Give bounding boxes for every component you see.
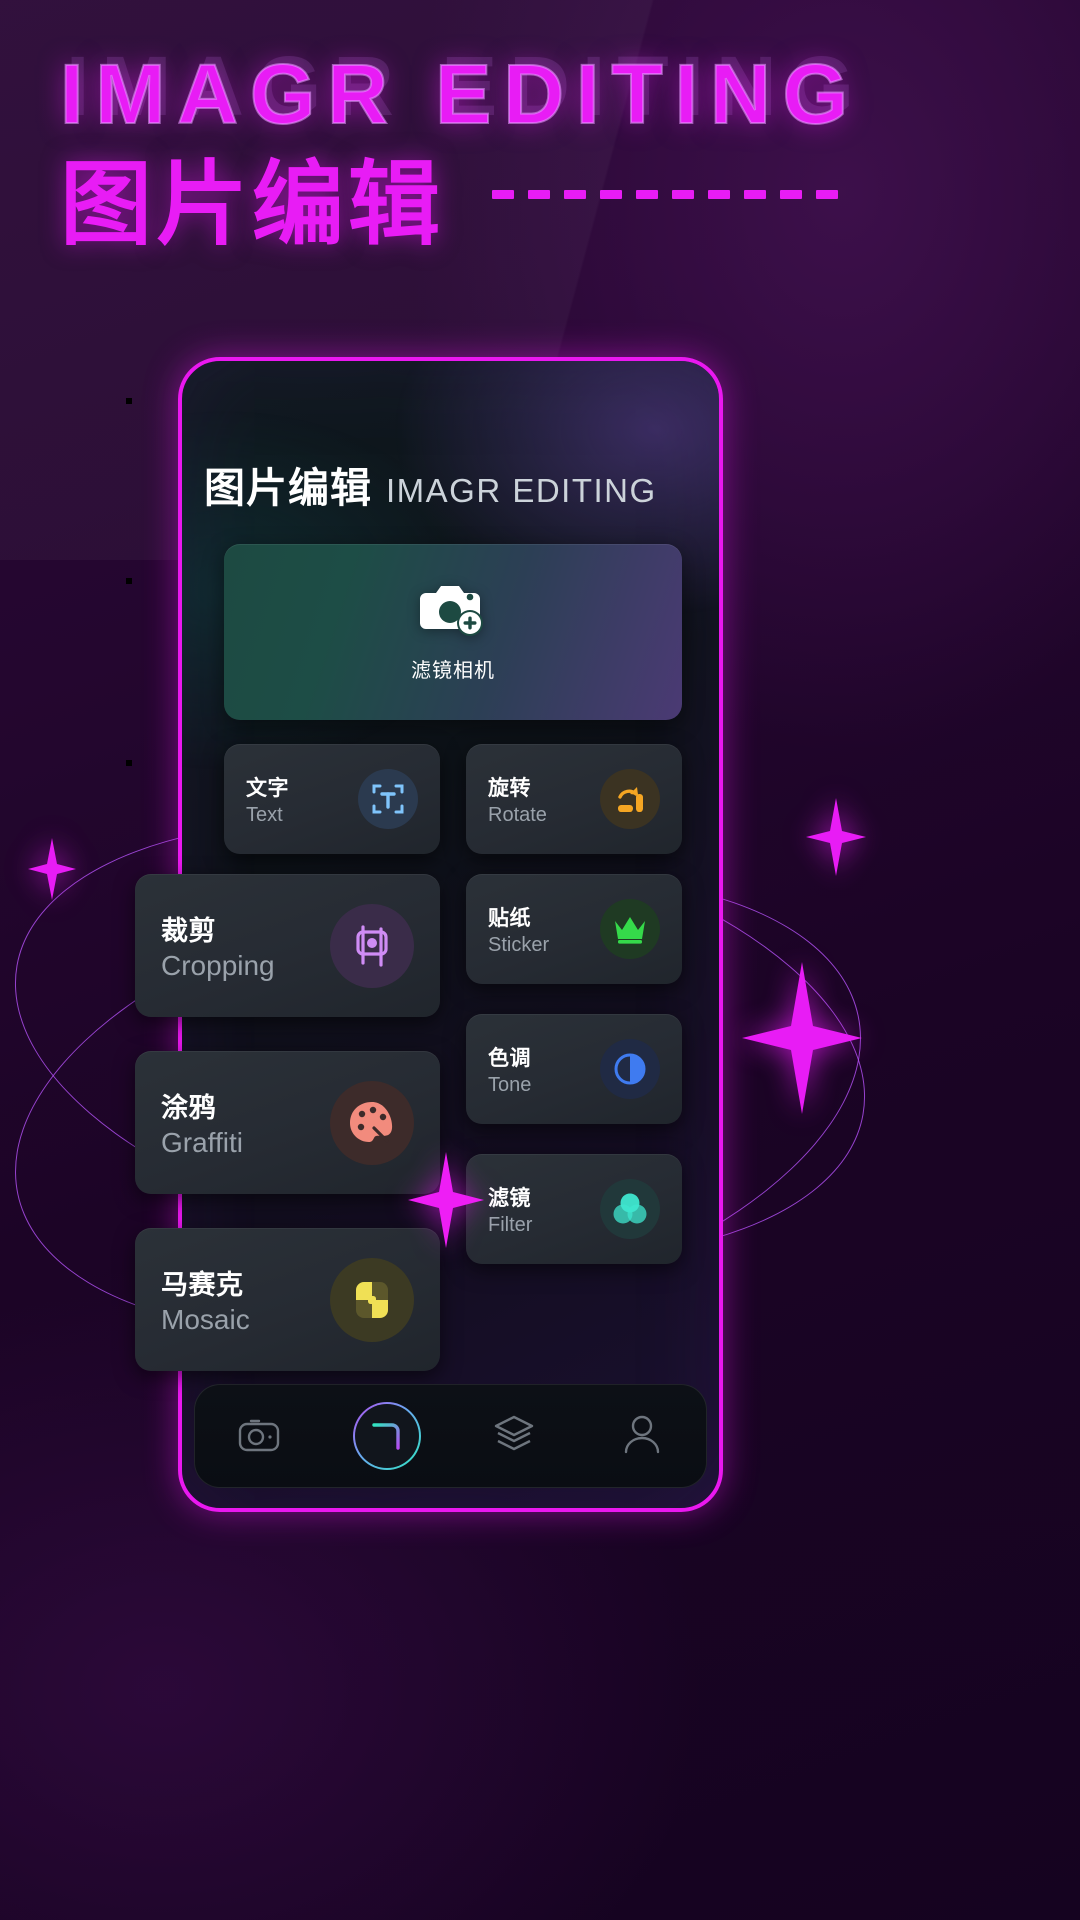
- filter-circles-icon: [600, 1179, 660, 1239]
- mosaic-icon: [330, 1257, 414, 1342]
- screen-title-english: IMAGR EDITING: [386, 472, 657, 509]
- tile-graffiti[interactable]: 涂鸦 Graffiti: [135, 1051, 440, 1194]
- tile-filter-label-cn: 滤镜: [488, 1186, 531, 1210]
- text-frame-icon: [358, 769, 418, 829]
- dash-segment: [816, 190, 838, 199]
- nav-item-layers[interactable]: [476, 1398, 552, 1474]
- dash-segment: [492, 190, 514, 199]
- tile-text-label-en: Text: [246, 803, 283, 826]
- filter-camera-card[interactable]: 滤镜相机: [224, 544, 682, 720]
- poster-canvas: IMAGR EDITING 图片编辑 图片编辑 IMAGR EDITING 滤镜…: [0, 0, 1080, 1920]
- sparkle-icon: [28, 838, 76, 900]
- dash-segment: [564, 190, 586, 199]
- bottom-navigation-bar: [194, 1384, 707, 1488]
- tile-rotate-label-en: Rotate: [488, 803, 547, 826]
- tile-sticker-label-cn: 贴纸: [488, 906, 531, 930]
- camera-plus-icon: [418, 581, 488, 644]
- person-icon: [622, 1413, 662, 1460]
- crop-icon: [330, 903, 414, 988]
- tile-filter[interactable]: 滤镜 Filter: [466, 1154, 682, 1264]
- tile-sticker[interactable]: 贴纸 Sticker: [466, 874, 682, 984]
- dash-segment: [600, 190, 622, 199]
- dash-segment: [636, 190, 658, 199]
- filter-camera-label: 滤镜相机: [411, 660, 495, 682]
- palette-icon: [330, 1080, 414, 1165]
- sparkle-icon: [806, 798, 866, 876]
- screen-title: 图片编辑 IMAGR EDITING: [204, 454, 657, 514]
- screen-title-chinese: 图片编辑: [204, 465, 372, 511]
- tile-filter-label-en: Filter: [488, 1213, 533, 1236]
- poster-headline: IMAGR EDITING 图片编辑: [59, 47, 1020, 257]
- layers-icon: [492, 1414, 536, 1459]
- chevron-down-icon: [126, 578, 132, 584]
- nav-item-capture[interactable]: [349, 1398, 425, 1474]
- tile-sticker-label-en: Sticker: [488, 933, 550, 956]
- tile-cropping-label-en: Cropping: [161, 950, 275, 981]
- tile-mosaic[interactable]: 马赛克 Mosaic: [135, 1228, 440, 1371]
- crown-icon: [600, 899, 660, 959]
- dash-segment: [528, 190, 550, 199]
- headline-chinese: 图片编辑: [60, 154, 445, 256]
- tile-mosaic-label-cn: 马赛克: [161, 1270, 244, 1300]
- capture-ring-icon: [353, 1402, 421, 1470]
- dash-segment: [708, 190, 730, 199]
- tile-tone[interactable]: 色调 Tone: [466, 1014, 682, 1124]
- contrast-icon: [600, 1039, 660, 1099]
- tile-rotate[interactable]: 旋转 Rotate: [466, 744, 682, 854]
- nav-item-camera[interactable]: [221, 1398, 297, 1474]
- headline-dashed-rule: [492, 190, 838, 199]
- tile-graffiti-label-cn: 涂鸦: [161, 1093, 216, 1123]
- tile-text-label-cn: 文字: [246, 776, 289, 800]
- tile-cropping[interactable]: 裁剪 Cropping: [135, 874, 440, 1017]
- camera-outline-icon: [237, 1415, 281, 1458]
- headline-english: IMAGR EDITING: [59, 47, 860, 141]
- tile-graffiti-label-en: Graffiti: [161, 1127, 243, 1158]
- dash-segment: [780, 190, 802, 199]
- sparkle-icon: [742, 962, 862, 1114]
- dash-segment: [672, 190, 694, 199]
- tile-cropping-label-cn: 裁剪: [161, 916, 216, 946]
- nav-item-profile[interactable]: [604, 1398, 680, 1474]
- tile-rotate-label-cn: 旋转: [488, 776, 531, 800]
- tile-mosaic-label-en: Mosaic: [161, 1304, 250, 1335]
- tile-tone-label-cn: 色调: [488, 1046, 531, 1070]
- dash-segment: [744, 190, 766, 199]
- rotate-icon: [600, 769, 660, 829]
- chevron-down-icon: [126, 760, 132, 766]
- chevron-down-icon: [126, 398, 132, 404]
- tile-text[interactable]: 文字 Text: [224, 744, 440, 854]
- phone-mockup: 图片编辑 IMAGR EDITING 滤镜相机 文字 Text 旋转 Rotat…: [135, 357, 723, 1512]
- tile-tone-label-en: Tone: [488, 1073, 532, 1096]
